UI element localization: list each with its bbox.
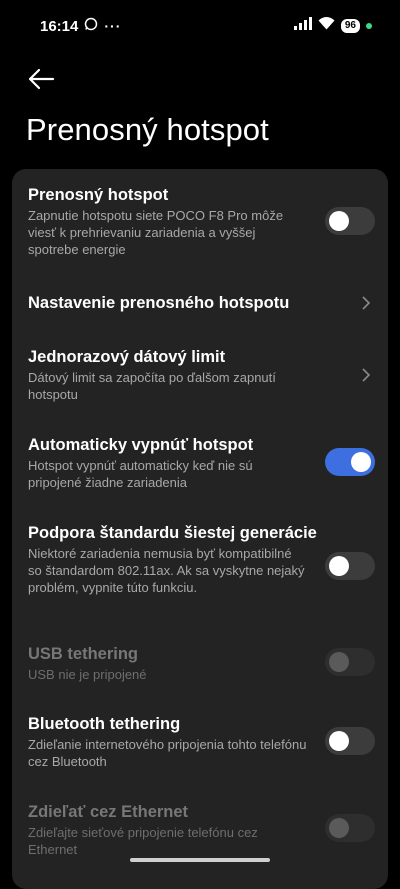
page-title: Prenosný hotspot bbox=[26, 112, 269, 148]
battery-indicator: 96 bbox=[341, 19, 360, 33]
ethernet-desc: Zdieľajte sieťové pripojenie telefónu ce… bbox=[28, 824, 308, 858]
data-limit-desc: Dátový limit sa započíta po ďalšom zapnu… bbox=[28, 369, 308, 403]
bluetooth-tethering-title: Bluetooth tethering bbox=[28, 714, 372, 734]
ethernet-title: Zdieľať cez Ethernet bbox=[28, 802, 372, 822]
back-button[interactable] bbox=[26, 64, 56, 94]
auto-off-desc: Hotspot vypnúť automaticky keď nie sú pr… bbox=[28, 457, 308, 491]
hotspot-toggle[interactable] bbox=[325, 207, 375, 235]
ethernet-toggle bbox=[325, 814, 375, 842]
bluetooth-tethering-desc: Zdieľanie internetového pripojenia tohto… bbox=[28, 736, 308, 770]
wifi6-title: Podpora štandardu šiestej generácie bbox=[28, 523, 372, 543]
wifi6-desc: Niektoré zariadenia nemusia byť kompatib… bbox=[28, 545, 308, 596]
status-bar: 16:14 ··· 96 bbox=[0, 0, 400, 52]
data-limit-row[interactable]: Jednorazový dátový limit Dátový limit sa… bbox=[28, 347, 372, 403]
auto-off-title: Automaticky vypnúť hotspot bbox=[28, 435, 372, 455]
hotspot-title: Prenosný hotspot bbox=[28, 185, 372, 205]
ethernet-row: Zdieľať cez Ethernet Zdieľajte sieťové p… bbox=[28, 802, 372, 858]
usb-tethering-row: USB tethering USB nie je pripojené bbox=[28, 644, 372, 683]
chevron-right-icon bbox=[360, 295, 372, 311]
back-arrow-icon bbox=[27, 68, 55, 90]
usb-tethering-toggle bbox=[325, 648, 375, 676]
data-limit-title: Jednorazový dátový limit bbox=[28, 347, 372, 367]
usb-tethering-title: USB tethering bbox=[28, 644, 372, 664]
hotspot-row[interactable]: Prenosný hotspot Zapnutie hotspotu siete… bbox=[28, 185, 372, 258]
whatsapp-icon bbox=[84, 17, 98, 35]
signal-icon bbox=[294, 17, 312, 35]
hotspot-desc: Zapnutie hotspotu siete POCO F8 Pro môže… bbox=[28, 207, 308, 258]
wifi6-row[interactable]: Podpora štandardu šiestej generácie Niek… bbox=[28, 523, 372, 596]
privacy-indicator-dot bbox=[366, 23, 372, 29]
settings-card: Prenosný hotspot Zapnutie hotspotu siete… bbox=[12, 169, 388, 889]
hotspot-setup-row[interactable]: Nastavenie prenosného hotspotu bbox=[28, 293, 372, 313]
usb-tethering-desc: USB nie je pripojené bbox=[28, 666, 308, 683]
auto-off-row[interactable]: Automaticky vypnúť hotspot Hotspot vypnú… bbox=[28, 435, 372, 491]
more-notifications-icon: ··· bbox=[104, 18, 121, 34]
auto-off-toggle[interactable] bbox=[325, 448, 375, 476]
bluetooth-tethering-toggle[interactable] bbox=[325, 727, 375, 755]
wifi6-toggle[interactable] bbox=[325, 552, 375, 580]
status-time: 16:14 bbox=[40, 18, 78, 35]
home-indicator[interactable] bbox=[130, 858, 270, 862]
wifi-icon bbox=[318, 17, 335, 35]
hotspot-setup-title: Nastavenie prenosného hotspotu bbox=[28, 293, 372, 313]
bluetooth-tethering-row[interactable]: Bluetooth tethering Zdieľanie internetov… bbox=[28, 714, 372, 770]
chevron-right-icon bbox=[360, 367, 372, 383]
